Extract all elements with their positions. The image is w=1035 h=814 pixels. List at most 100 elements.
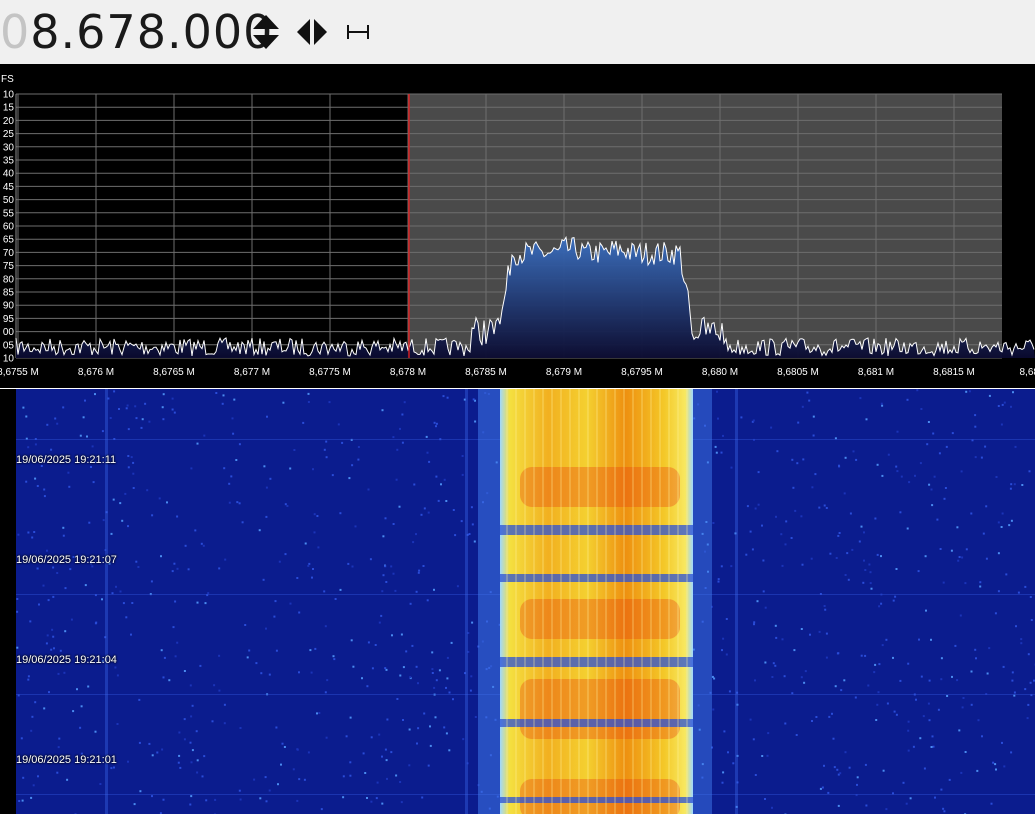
spectrum-panel[interactable]: FS 10 15 20 25 30 35 40 45 50 55 60 65 70 75 80 85 90 95 0…: [0, 64, 1035, 388]
waterfall-noise-dot: [269, 477, 272, 480]
waterfall-noise-dot: [864, 569, 867, 571]
waterfall-noise-dot: [825, 507, 828, 509]
waterfall-noise-dot: [361, 677, 363, 680]
waterfall-noise-dot: [260, 672, 263, 675]
waterfall-noise-dot: [823, 605, 826, 607]
waterfall-noise-dot: [333, 658, 336, 661]
waterfall-noise-dot: [877, 691, 880, 694]
waterfall-noise-dot: [382, 574, 385, 577]
waterfall-noise-dot: [974, 456, 977, 459]
waterfall-display[interactable]: [0, 389, 1035, 814]
waterfall-noise-dot: [446, 677, 449, 680]
waterfall-noise-dot: [885, 638, 888, 641]
waterfall-noise-dot: [846, 552, 849, 555]
waterfall-noise-dot: [325, 440, 328, 443]
waterfall-noise-dot: [401, 413, 404, 416]
waterfall-noise-dot: [928, 483, 931, 486]
waterfall-noise-dot: [137, 566, 140, 568]
waterfall-noise-dot: [351, 565, 354, 568]
waterfall-noise-dot: [751, 548, 754, 551]
waterfall-noise-dot: [320, 808, 323, 811]
waterfall-noise-dot: [824, 608, 827, 611]
step-up-down-button[interactable]: [248, 12, 284, 52]
waterfall-noise-dot: [110, 767, 113, 770]
waterfall-noise-dot: [36, 567, 39, 570]
waterfall-noise-dot: [313, 531, 316, 534]
waterfall-noise-dot: [836, 652, 839, 655]
waterfall-noise-dot: [118, 408, 120, 410]
waterfall-noise-dot: [156, 751, 159, 754]
waterfall-noise-dot: [840, 689, 843, 692]
waterfall-noise-dot: [722, 434, 724, 437]
waterfall-noise-dot: [215, 392, 218, 394]
waterfall-noise-dot: [771, 806, 773, 809]
waterfall-noise-dot: [228, 501, 231, 504]
waterfall-noise-dot: [337, 423, 340, 426]
waterfall-noise-dot: [1010, 483, 1013, 486]
waterfall-noise-dot: [793, 649, 796, 652]
waterfall-noise-dot: [376, 781, 379, 784]
waterfall-noise-dot: [882, 769, 885, 772]
waterfall-noise-dot: [342, 775, 345, 778]
waterfall-panel[interactable]: 19/06/2025 19:21:11 19/06/2025 19:21:07 19…: [0, 389, 1035, 814]
waterfall-noise-dot: [125, 616, 128, 619]
tune-left-right-button[interactable]: [292, 12, 332, 52]
span-width-button[interactable]: [342, 12, 374, 52]
spectrum-plot[interactable]: FS 10 15 20 25 30 35 40 45 50 55 60 65 70 75 80 85 90 95 0…: [0, 64, 1035, 388]
waterfall-noise-dot: [766, 754, 769, 757]
waterfall-noise-dot: [183, 718, 186, 721]
waterfall-noise-dot: [905, 802, 908, 805]
waterfall-noise-dot: [25, 480, 28, 483]
waterfall-noise-dot: [865, 804, 868, 807]
waterfall-noise-dot: [16, 646, 19, 649]
waterfall-noise-dot: [716, 390, 718, 393]
waterfall-noise-dot: [325, 456, 328, 459]
waterfall-noise-dot: [800, 676, 803, 679]
waterfall-noise-dot: [836, 768, 839, 771]
waterfall-noise-dot: [761, 524, 763, 527]
waterfall-noise-dot: [859, 397, 862, 400]
waterfall-noise-dot: [922, 715, 925, 718]
waterfall-noise-dot: [31, 536, 34, 539]
waterfall-noise-dot: [132, 487, 135, 489]
y-tick-label: 30: [3, 142, 15, 153]
frequency-leading-digit[interactable]: 0: [0, 5, 30, 59]
waterfall-noise-dot: [116, 674, 119, 677]
waterfall-noise-dot: [746, 505, 749, 508]
waterfall-noise-dot: [1020, 642, 1023, 645]
waterfall-noise-dot: [214, 798, 217, 801]
y-tick-label: 00: [3, 327, 15, 338]
waterfall-noise-dot: [173, 562, 176, 565]
waterfall-noise-dot: [204, 602, 207, 605]
waterfall-noise-dot: [745, 553, 748, 556]
waterfall-noise-dot: [380, 614, 383, 617]
step-up-down-icon: [253, 15, 279, 49]
waterfall-noise-dot: [374, 644, 377, 646]
waterfall-noise-dot: [268, 673, 271, 676]
waterfall-noise-dot: [146, 489, 149, 492]
waterfall-noise-dot: [72, 710, 75, 713]
y-tick-label: 40: [3, 169, 15, 180]
waterfall-noise-dot: [132, 461, 135, 464]
waterfall-noise-dot: [127, 455, 130, 457]
waterfall-noise-dot: [717, 578, 720, 581]
waterfall-noise-dot: [874, 663, 877, 666]
waterfall-noise-dot: [79, 434, 82, 437]
waterfall-noise-dot: [396, 448, 399, 451]
waterfall-noise-dot: [448, 691, 451, 694]
waterfall-noise-dot: [127, 428, 130, 431]
waterfall-noise-dot: [27, 446, 30, 449]
waterfall-noise-dot: [323, 590, 326, 593]
frequency-display[interactable]: 08.678.000: [0, 2, 273, 62]
waterfall-noise-dot: [924, 555, 927, 558]
waterfall-noise-dot: [42, 584, 45, 587]
waterfall-noise-dot: [190, 795, 193, 798]
frequency-digits[interactable]: 8.678.000: [30, 5, 273, 59]
x-tick-label: 8,6805 M: [777, 367, 819, 378]
waterfall-noise-dot: [111, 592, 114, 595]
waterfall-noise-dot: [357, 446, 360, 448]
waterfall-noise-dot: [233, 398, 236, 401]
waterfall-noise-dot: [984, 445, 987, 448]
waterfall-noise-dot: [409, 676, 412, 679]
waterfall-noise-dot: [764, 606, 767, 609]
